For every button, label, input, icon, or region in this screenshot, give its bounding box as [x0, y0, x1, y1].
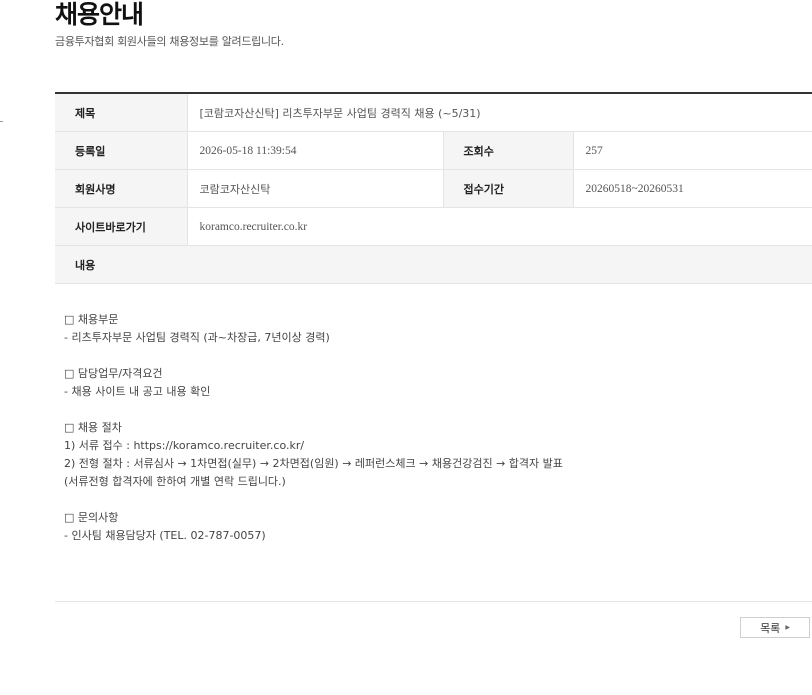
views-value: 257: [572, 131, 812, 170]
site-link[interactable]: koramco.recruiter.co.kr: [186, 207, 812, 246]
edge-marker: [0, 121, 3, 122]
page-subtitle: 금융투자협회 회원사들의 채용정보를 알려드립니다.: [55, 35, 284, 48]
list-button-label: 목록: [760, 621, 781, 635]
date-label: 등록일: [55, 131, 187, 170]
content-line: □ 채용 절차: [64, 421, 122, 434]
content-divider: [55, 601, 812, 602]
period-label: 접수기간: [442, 169, 573, 208]
title-row: 제목 [코람코자산신탁] 리츠투자부문 사업팀 경력직 채용 (~5/31): [55, 93, 812, 132]
title-value: [코람코자산신탁] 리츠투자부문 사업팀 경력직 채용 (~5/31): [186, 93, 812, 132]
site-row: 사이트바로가기 koramco.recruiter.co.kr: [55, 207, 812, 246]
date-row: 등록일 2026-05-18 11:39:54 조회수 257: [55, 131, 812, 170]
content-line: □ 담당업무/자격요건: [64, 367, 163, 380]
company-row: 회원사명 코람코자산신탁 접수기간 20260518~20260531: [55, 169, 812, 208]
content-row: 내용: [55, 245, 812, 284]
company-value: 코람코자산신탁: [186, 169, 443, 208]
content-line: 2) 전형 절차 : 서류심사 → 1차면접(실무) → 2차면접(임원) → …: [64, 457, 563, 470]
content-line: [64, 401, 804, 419]
content-line: □ 문의사항: [64, 511, 119, 524]
list-button[interactable]: 목록 ▶: [740, 617, 810, 638]
period-value: 20260518~20260531: [572, 169, 812, 208]
job-detail-table: 제목 [코람코자산신탁] 리츠투자부문 사업팀 경력직 채용 (~5/31) 등…: [55, 92, 812, 284]
content-line: □ 채용부문: [64, 313, 119, 326]
content-line: [64, 491, 804, 509]
chevron-right-icon: ▶: [785, 624, 790, 631]
page-title: 채용안내: [55, 0, 144, 29]
site-label: 사이트바로가기: [55, 207, 187, 246]
content-line: - 채용 사이트 내 공고 내용 확인: [64, 385, 211, 398]
content-line: - 인사팀 채용담당자 (TEL. 02-787-0057): [64, 529, 266, 542]
content-line: 1) 서류 접수 : https://koramco.recruiter.co.…: [64, 439, 305, 452]
content-line: [64, 347, 804, 365]
company-label: 회원사명: [55, 169, 187, 208]
date-value: 2026-05-18 11:39:54: [186, 131, 443, 170]
content-body: □ 채용부문 - 리츠투자부문 사업팀 경력직 (과~차장급, 7년이상 경력)…: [64, 311, 804, 545]
title-label: 제목: [55, 93, 187, 132]
views-label: 조회수: [442, 131, 573, 170]
content-line: (서류전형 합격자에 한하여 개별 연락 드립니다.): [64, 475, 286, 488]
content-line: - 리츠투자부문 사업팀 경력직 (과~차장급, 7년이상 경력): [64, 331, 330, 344]
content-label: 내용: [55, 245, 812, 284]
